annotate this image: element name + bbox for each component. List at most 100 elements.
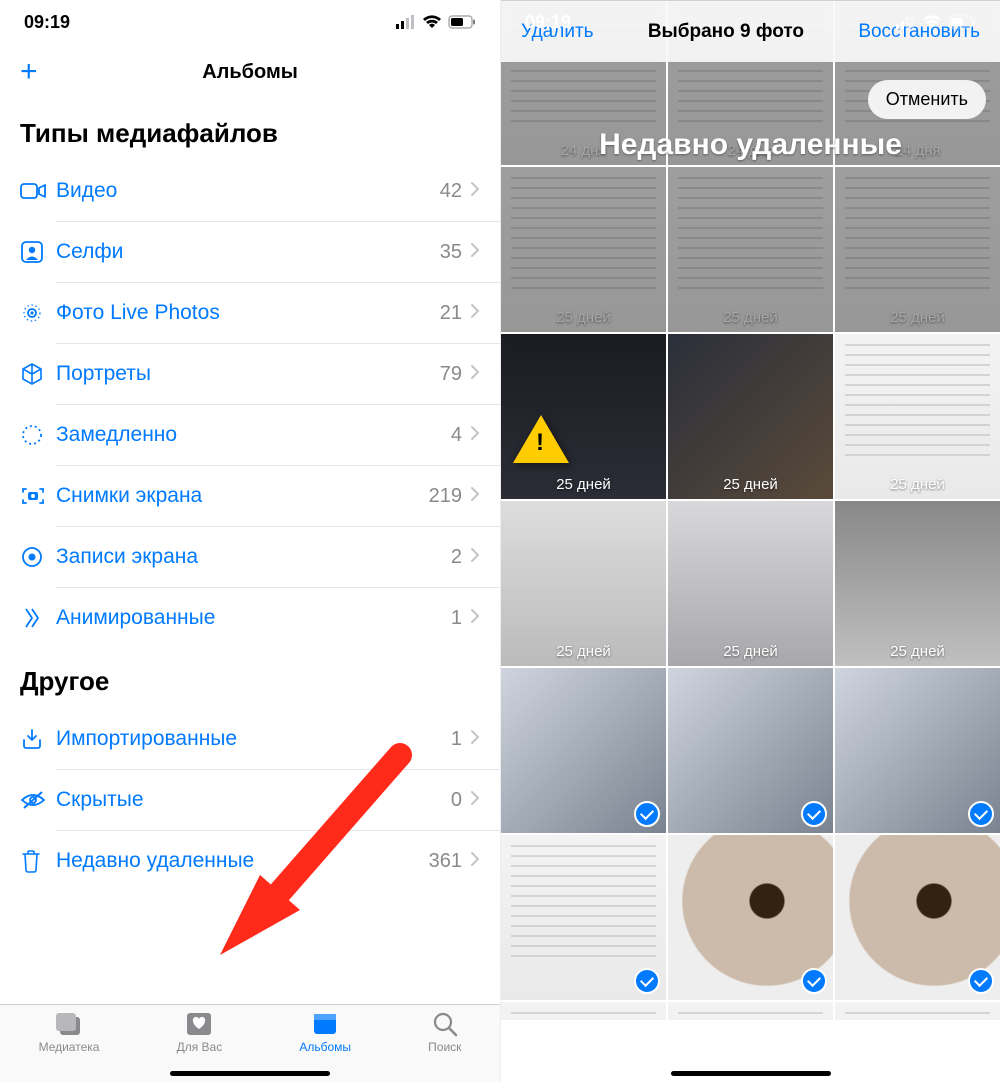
page-title: Недавно удаленные (501, 128, 1000, 162)
search-icon (432, 1011, 458, 1037)
photo-thumbnail[interactable]: 25 дней (835, 334, 1000, 499)
cellular-icon (396, 15, 416, 29)
live-photos-icon (20, 301, 56, 325)
phone-right-deleted: 09:19 24 дня24 дня24 дня25 дней25 дней25… (500, 0, 1000, 1082)
row-label: Селфи (56, 240, 440, 264)
record-icon (20, 545, 56, 569)
battery-icon (448, 15, 476, 29)
photo-thumbnail[interactable] (501, 668, 666, 833)
days-label: 25 дней (890, 476, 945, 493)
row-count: 1 (451, 728, 462, 751)
photo-thumbnail[interactable] (668, 835, 833, 1000)
row-count: 79 (440, 363, 462, 386)
tab-search[interactable]: Поиск (428, 1011, 461, 1054)
photo-thumbnail[interactable]: 25 дней (501, 334, 666, 499)
chevron-right-icon (470, 788, 480, 812)
row-animated[interactable]: Анимированные 1 (0, 588, 500, 648)
selected-checkmark-icon (801, 801, 827, 827)
video-icon (20, 181, 56, 201)
chevron-right-icon (470, 606, 480, 630)
selected-checkmark-icon (968, 801, 994, 827)
selfie-icon (20, 240, 56, 264)
tab-label: Поиск (428, 1040, 461, 1054)
row-label: Записи экрана (56, 545, 451, 569)
tab-albums[interactable]: Альбомы (299, 1011, 351, 1054)
photo-thumbnail[interactable] (668, 668, 833, 833)
cube-icon (20, 362, 56, 386)
row-count: 21 (440, 302, 462, 325)
row-slowmo[interactable]: Замедленно 4 (0, 405, 500, 465)
add-button[interactable]: + (20, 57, 38, 87)
row-imported[interactable]: Импортированные 1 (0, 709, 500, 769)
row-portraits[interactable]: Портреты 79 (0, 344, 500, 404)
photo-thumbnail[interactable] (668, 1002, 833, 1020)
tab-library[interactable]: Медиатека (39, 1011, 100, 1054)
days-label: 25 дней (723, 309, 778, 326)
chevron-right-icon (470, 179, 480, 203)
row-screenshots[interactable]: Снимки экрана 219 (0, 466, 500, 526)
row-label: Снимки экрана (56, 484, 429, 508)
row-count: 42 (440, 180, 462, 203)
cancel-button[interactable]: Отменить (868, 80, 986, 119)
screenshot-icon (20, 485, 56, 507)
chevron-right-icon (470, 362, 480, 386)
battery-icon (948, 15, 976, 29)
row-count: 35 (440, 241, 462, 264)
photo-thumbnail[interactable] (501, 835, 666, 1000)
photo-thumbnail[interactable]: 25 дней (668, 501, 833, 666)
days-label: 25 дней (556, 643, 611, 660)
status-bar: 09:19 (501, 0, 1000, 44)
photo-thumbnail[interactable] (835, 1002, 1000, 1020)
selected-checkmark-icon (634, 801, 660, 827)
days-label: 25 дней (556, 476, 611, 493)
tab-label: Медиатека (39, 1040, 100, 1054)
cellular-icon (896, 15, 916, 29)
slowmo-icon (20, 423, 56, 447)
row-selfie[interactable]: Селфи 35 (0, 222, 500, 282)
row-count: 1 (451, 607, 462, 630)
chevron-right-icon (470, 484, 480, 508)
photo-thumbnail[interactable]: 25 дней (668, 167, 833, 332)
tab-label: Для Вас (177, 1040, 223, 1054)
row-label: Импортированные (56, 727, 451, 751)
tab-label: Альбомы (299, 1040, 351, 1054)
photo-thumbnail[interactable] (501, 1002, 666, 1020)
section-other: Другое (0, 648, 500, 709)
days-label: 25 дней (723, 476, 778, 493)
photo-thumbnail[interactable]: 25 дней (835, 501, 1000, 666)
photo-thumbnail[interactable]: 25 дней (501, 167, 666, 332)
photo-thumbnail[interactable]: 25 дней (501, 501, 666, 666)
row-label: Фото Live Photos (56, 301, 440, 325)
chevron-right-icon (470, 545, 480, 569)
photo-thumbnail[interactable]: 25 дней (835, 167, 1000, 332)
status-time: 09:19 (525, 12, 571, 33)
selected-checkmark-icon (634, 968, 660, 994)
tab-for-you[interactable]: Для Вас (177, 1011, 223, 1054)
photo-thumbnail[interactable]: 25 дней (668, 334, 833, 499)
animated-icon (20, 606, 56, 630)
library-icon (54, 1011, 84, 1037)
nav-header: + Альбомы (0, 44, 500, 100)
media-types-list: Видео 42 Селфи 35 Фото Live Photos 21 По… (0, 161, 500, 648)
row-recently-deleted[interactable]: Недавно удаленные 361 (0, 831, 500, 891)
row-screen-recordings[interactable]: Записи экрана 2 (0, 527, 500, 587)
nav-title: Альбомы (202, 61, 298, 84)
chevron-right-icon (470, 423, 480, 447)
import-icon (20, 727, 56, 751)
row-hidden[interactable]: Скрытые 0 (0, 770, 500, 830)
row-label: Анимированные (56, 606, 451, 630)
photo-thumbnail[interactable] (835, 668, 1000, 833)
for-you-icon (185, 1011, 213, 1037)
home-indicator[interactable] (170, 1071, 330, 1076)
row-live-photos[interactable]: Фото Live Photos 21 (0, 283, 500, 343)
days-label: 25 дней (723, 643, 778, 660)
status-icons (896, 15, 976, 29)
section-media-types: Типы медиафайлов (0, 100, 500, 161)
row-video[interactable]: Видео 42 (0, 161, 500, 221)
row-count: 2 (451, 546, 462, 569)
trash-icon (20, 849, 56, 873)
photo-thumbnail[interactable] (835, 835, 1000, 1000)
row-label: Замедленно (56, 423, 451, 447)
selected-checkmark-icon (968, 968, 994, 994)
home-indicator[interactable] (671, 1071, 831, 1076)
